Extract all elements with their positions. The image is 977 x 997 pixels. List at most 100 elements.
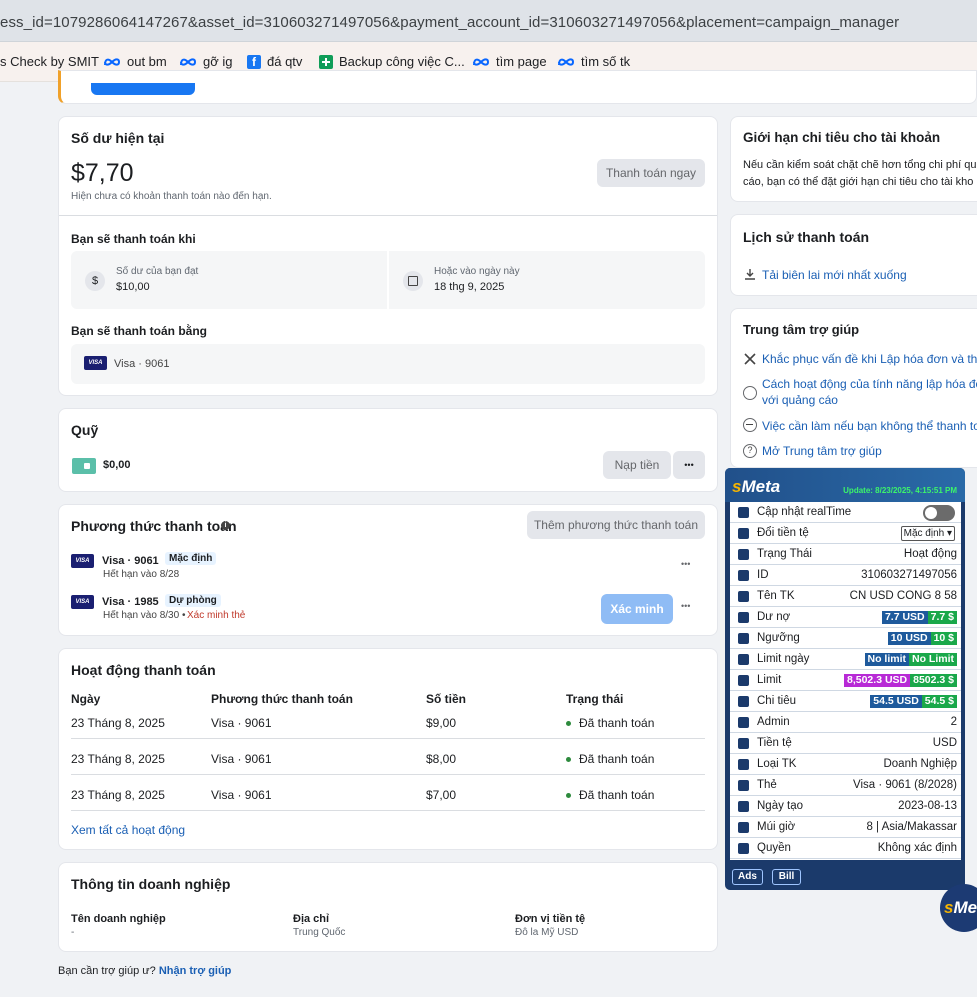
- ruler-icon: [738, 633, 749, 644]
- id-card-icon: [738, 570, 749, 581]
- smeta-row: ID 310603271497056: [730, 565, 961, 586]
- help-link-billing-issue[interactable]: Khắc phục vấn đề khi Lập hóa đơn và than…: [762, 351, 977, 367]
- help-center-title: Trung tâm trợ giúp: [743, 322, 860, 337]
- date-box: Hoặc vào ngày này 18 thg 9, 2025: [389, 251, 705, 309]
- date-label: Hoặc vào ngày này: [434, 266, 520, 277]
- smeta-row: Dư nợ 7.7 USD 7.7 $: [730, 607, 961, 628]
- divider: [71, 738, 705, 739]
- smeta-row-label: Dư nợ: [757, 611, 791, 623]
- row-date: 23 Tháng 8, 2025: [71, 788, 165, 802]
- minus-circle-icon: [743, 418, 757, 432]
- bookmark-out-bm[interactable]: out bm: [103, 54, 167, 69]
- bookmark-go-ig[interactable]: gỡ ig: [179, 54, 233, 69]
- usd-pill: 54.5 USD: [870, 695, 922, 708]
- row-status: Đã thanh toán: [579, 788, 655, 802]
- smeta-row-value: No limit No Limit: [864, 653, 957, 666]
- more-options-button[interactable]: •••: [673, 451, 705, 479]
- smeta-row[interactable]: Đổi tiền tệ Mặc định ▾: [730, 523, 961, 544]
- smeta-row-label: Loại TK: [757, 758, 797, 770]
- bookmark-tim-page[interactable]: tìm page: [472, 54, 547, 69]
- wallet-icon: [72, 458, 96, 474]
- info-icon[interactable]: i: [221, 521, 230, 530]
- smeta-fab-logo: sMeta: [944, 898, 977, 917]
- realtime-toggle[interactable]: [923, 505, 955, 521]
- help-link-how-billing-works-2[interactable]: với quảng cáo: [762, 392, 838, 408]
- bookmark-label: đá qtv: [267, 54, 303, 69]
- help-link-how-billing-works[interactable]: Cách hoạt động của tính năng lập hóa đơn…: [762, 376, 977, 392]
- dollar-icon: [738, 696, 749, 707]
- verify-button[interactable]: Xác minh: [601, 594, 673, 624]
- smeta-row-label: Quyền: [757, 842, 791, 854]
- card-more-icon[interactable]: •••: [681, 601, 690, 611]
- card-more-icon[interactable]: •••: [681, 559, 690, 569]
- row-amount: $9,00: [426, 716, 457, 730]
- bookmark-backup-cong-viec[interactable]: Backup công việc C...: [319, 54, 465, 69]
- status-dot: [566, 793, 571, 798]
- spending-limit-title: Giới hạn chi tiêu cho tài khoản: [743, 130, 941, 145]
- tools-icon: [743, 352, 757, 366]
- bookmark-da-qtv[interactable]: f đá qtv: [247, 54, 302, 69]
- globe-icon: [738, 822, 749, 833]
- usd-pill: 8,502.3 USD: [844, 674, 911, 687]
- bookmark-label: out bm: [127, 54, 167, 69]
- url-text[interactable]: ess_id=1079286064147267&asset_id=3106032…: [0, 14, 899, 31]
- see-all-activity-link[interactable]: Xem tất cả hoạt động: [71, 823, 185, 837]
- add-funds-button[interactable]: Nạp tiền: [603, 451, 671, 479]
- pay-method-title: Bạn sẽ thanh toán bằng: [71, 324, 208, 338]
- bookmark-label: Backup công việc C...: [339, 54, 465, 69]
- smeta-header: sMeta Update: 8/23/2025, 4:15:51 PM: [725, 468, 965, 502]
- row-date: 23 Tháng 8, 2025: [71, 716, 165, 730]
- threshold-value: $10,00: [116, 281, 150, 293]
- smeta-row[interactable]: Cập nhật realTime: [730, 502, 961, 523]
- pay-now-button[interactable]: Thanh toán ngay: [597, 159, 705, 187]
- smeta-row-label: ID: [757, 569, 769, 581]
- open-help-center-link[interactable]: Mở Trung tâm trợ giúp: [762, 443, 882, 459]
- business-info-card: Thông tin doanh nghiệp Tên doanh nghiệp …: [58, 862, 718, 952]
- dollar-pill: 8502.3 $: [910, 674, 957, 687]
- smeta-row: Chi tiêu 54.5 USD 54.5 $: [730, 691, 961, 712]
- get-help-link[interactable]: Nhận trợ giúp: [159, 965, 232, 977]
- divider: [71, 810, 705, 811]
- question-icon: ?: [743, 444, 757, 458]
- smeta-row-label: Cập nhật realTime: [757, 506, 852, 518]
- address-bar[interactable]: ess_id=1079286064147267&asset_id=3106032…: [0, 0, 977, 42]
- date-value: 18 thg 9, 2025: [434, 281, 505, 293]
- smeta-row-label: Chi tiêu: [757, 695, 796, 707]
- add-payment-method-button[interactable]: Thêm phương thức thanh toán: [527, 511, 705, 539]
- download-receipt-link[interactable]: Tải biên lai mới nhất xuống: [762, 267, 907, 283]
- business-title: Thông tin doanh nghiệp: [71, 876, 231, 892]
- divider: [71, 774, 705, 775]
- calendar-icon: [738, 801, 749, 812]
- activity-title: Hoạt động thanh toán: [71, 662, 216, 678]
- card-expiry: Hết hạn vào 8/30 •: [103, 610, 186, 621]
- dollar-pill: 54.5 $: [921, 695, 957, 708]
- bookmark-check-by-smit[interactable]: s Check by SMIT: [0, 54, 99, 69]
- smeta-fab-button[interactable]: sMeta: [940, 884, 977, 932]
- row-method: Visa · 9061: [211, 788, 272, 802]
- business-name-value: -: [71, 927, 75, 938]
- banner-action-button[interactable]: [91, 83, 195, 95]
- spending-limit-card: Giới hạn chi tiêu cho tài khoản Nếu cần …: [730, 116, 977, 202]
- bill-button[interactable]: Bill: [772, 869, 801, 885]
- currency-select[interactable]: Mặc định ▾: [900, 526, 955, 541]
- user-icon: [738, 759, 749, 770]
- admin-user-icon: [738, 717, 749, 728]
- usd-pill: 7.7 USD: [881, 611, 928, 624]
- col-method: Phương thức thanh toán: [211, 692, 353, 706]
- smeta-row-label: Limit ngày: [757, 653, 810, 665]
- smeta-row: Múi giờ 8 | Asia/Makassar: [730, 817, 961, 838]
- help-link-cannot-pay[interactable]: Việc cần làm nếu bạn không thể thanh toá…: [762, 418, 977, 434]
- smeta-row-label: Limit: [757, 674, 782, 686]
- payment-methods-title: Phương thức thanh toán: [71, 518, 237, 534]
- currency-label: Đơn vị tiền tệ: [515, 913, 586, 925]
- address-value: Trung Quốc: [293, 927, 346, 938]
- ads-button[interactable]: Ads: [732, 869, 763, 885]
- dollar-icon: $: [85, 271, 105, 291]
- verify-card-link[interactable]: Xác minh thẻ: [187, 610, 245, 621]
- wallet-icon: [738, 612, 749, 623]
- sheets-icon: [319, 54, 333, 69]
- dollar-icon: [738, 738, 749, 749]
- fund-card: Quỹ $0,00 Nạp tiền •••: [58, 408, 718, 492]
- smeta-row: Loại TK Doanh Nghiệp: [730, 754, 961, 775]
- bookmark-tim-so-tk[interactable]: tìm số tk: [557, 54, 630, 69]
